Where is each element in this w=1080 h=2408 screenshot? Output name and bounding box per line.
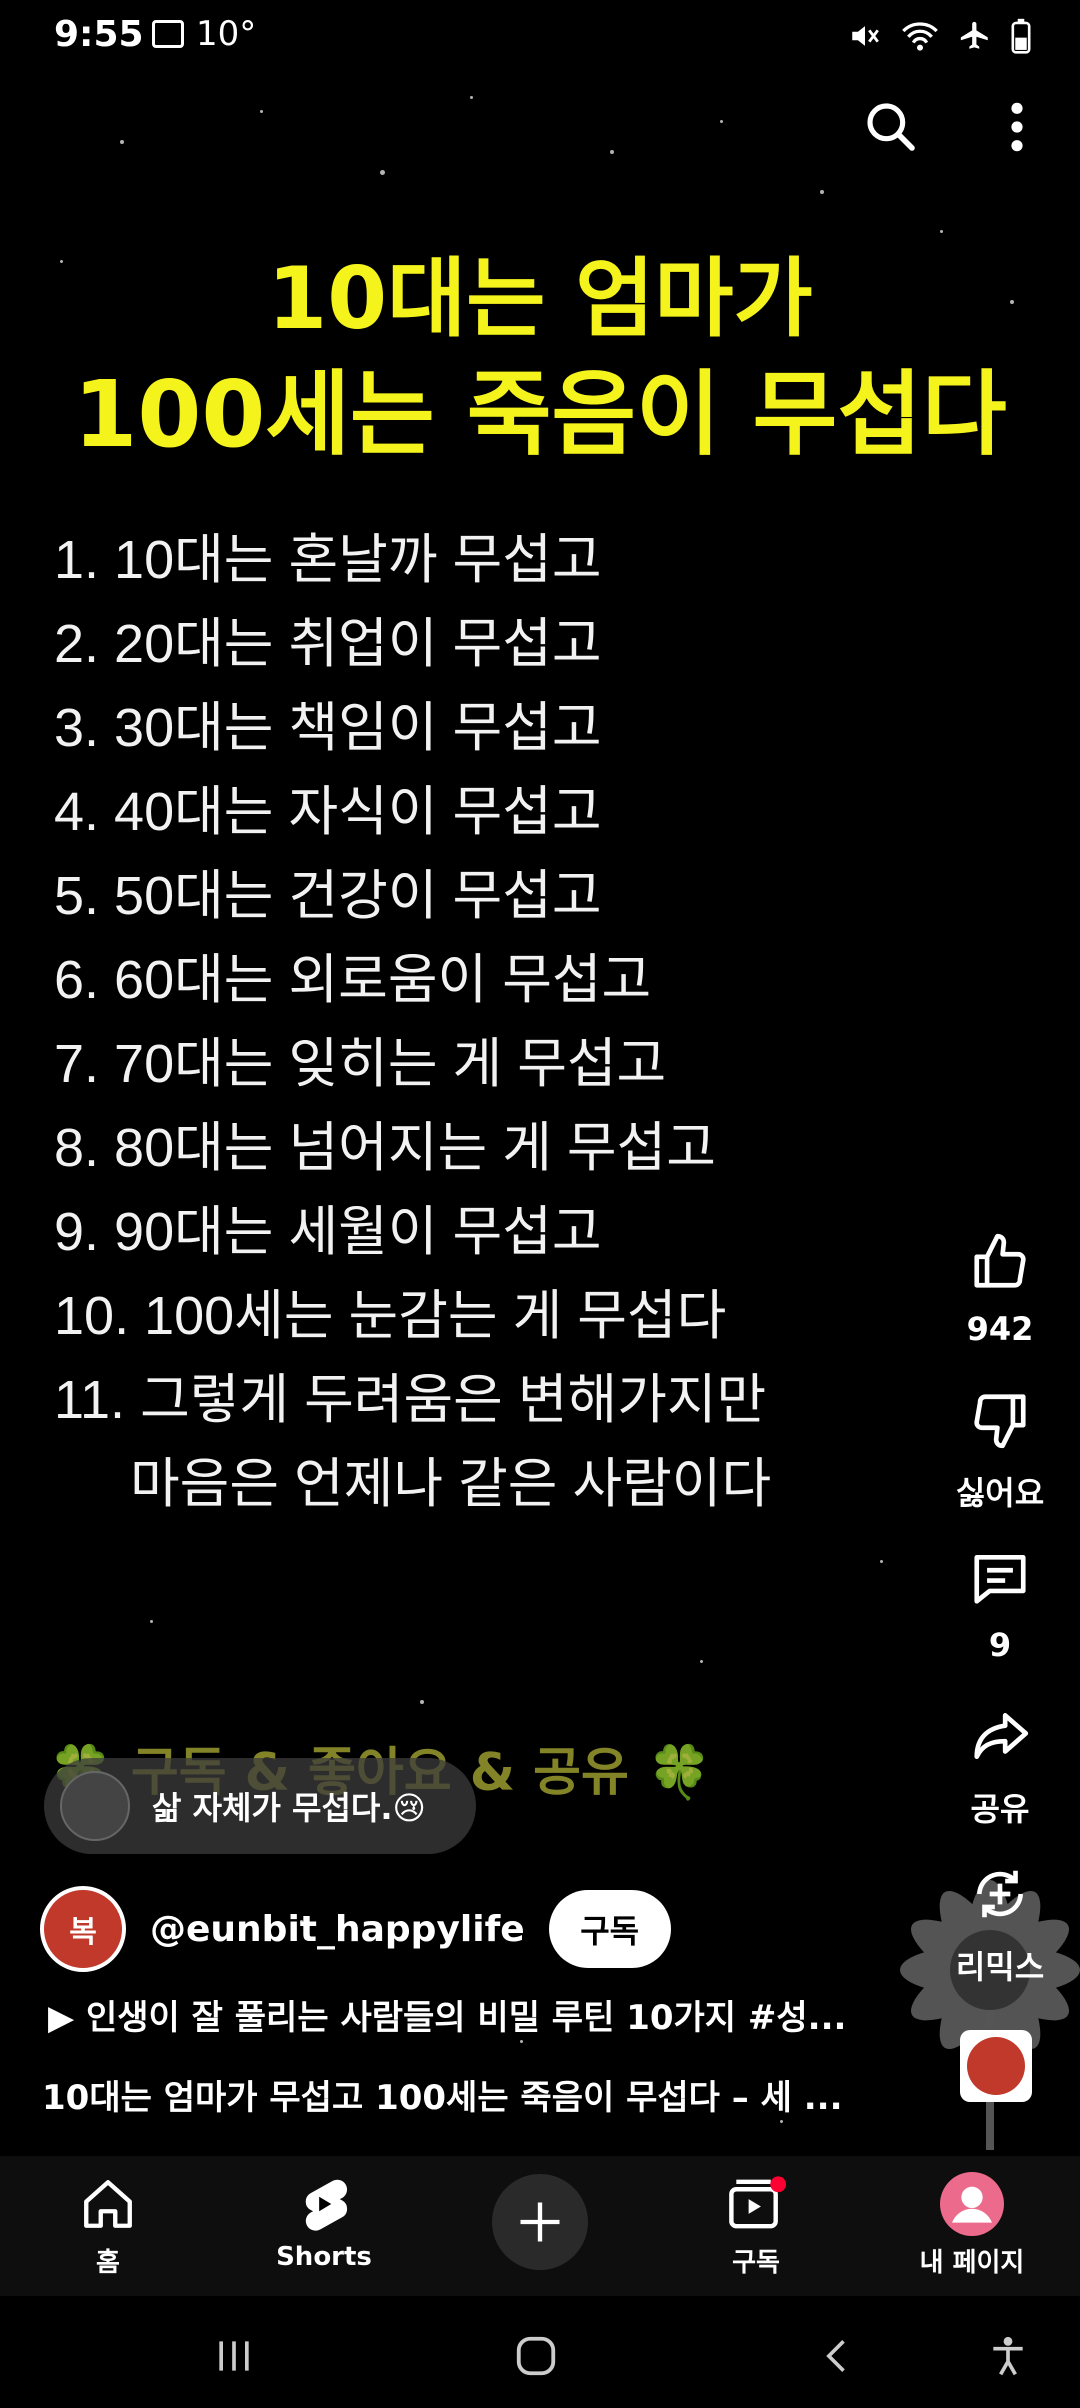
mute-icon [848,19,882,57]
channel-row: 복 @eunbit_happylife 구독 [40,1884,671,1974]
list-item: 3. 30대는 책임이 무섭고 [54,698,602,758]
list-item: 8. 80대는 넘어지는 게 무섭고 [54,1118,716,1178]
status-time: 9:55 [54,14,144,55]
comments-button[interactable]: 9 [920,1538,1080,1664]
related-video-link[interactable]: ▶ 인생이 잘 풀리는 사람들의 비밀 루틴 10가지 #성... [48,1990,846,2039]
comment-count: 9 [988,1626,1012,1664]
battery-icon [1010,18,1032,58]
create-button[interactable] [492,2174,588,2270]
subscriptions-icon [676,2172,836,2236]
nav-subscriptions[interactable]: 구독 [676,2172,836,2279]
thumbs-down-icon [960,1380,1040,1460]
share-label: 공유 [970,1790,1030,1828]
nav-subscriptions-label: 구독 [732,2248,780,2278]
nav-home-label: 홈 [96,2248,120,2278]
more-vert-icon[interactable] [982,92,1052,162]
avatar [60,1771,130,1841]
channel-handle[interactable]: @eunbit_happylife [150,1909,525,1950]
top-comment-chip[interactable]: 삶 자체가 무섭다.😢 [44,1758,476,1854]
status-bar: 9:55 10° [0,0,1080,72]
share-button[interactable]: 공유 [920,1696,1080,1830]
profile-avatar-icon [892,2172,1052,2236]
list-item: 5. 50대는 건강이 무섭고 [54,866,602,926]
nav-my-page-label: 내 페이지 [919,2248,1025,2278]
remix-icon [960,1854,1040,1934]
share-icon [960,1696,1040,1776]
list-item: 10. 100세는 눈감는 게 무섭다 [54,1286,727,1346]
plus-icon [520,2202,560,2242]
list-item: 7. 70대는 잊히는 게 무섭고 [54,1034,667,1094]
remix-label: 리믹스 [955,1948,1045,1986]
system-nav-bar [0,2296,1080,2408]
list-item: 마음은 언제나 같은 사람이다 [130,1454,772,1514]
bottom-nav: 홈 Shorts 구독 내 페이지 [0,2156,1080,2296]
channel-avatar[interactable]: 복 [40,1886,126,1972]
list-item: 11. 그렇게 두려움은 변해가지만 [54,1370,767,1430]
list-item: 6. 60대는 외로움이 무섭고 [54,950,652,1010]
recent-apps-icon[interactable] [204,2326,264,2386]
thumbs-up-icon [960,1222,1040,1302]
nav-shorts-label: Shorts [276,2242,372,2272]
video-title-line-1: 10대는 엄마가 [267,249,813,349]
list-item: 4. 40대는 자식이 무섭고 [54,782,602,842]
wifi-icon [900,19,940,57]
nav-my-page[interactable]: 내 페이지 [892,2172,1052,2279]
like-count: 942 [966,1310,1034,1348]
sound-thumbnail[interactable] [960,2030,1032,2102]
list-item: 2. 20대는 취업이 무섭고 [54,614,602,674]
like-button[interactable]: 942 [920,1222,1080,1348]
video-title-line-2: 100세는 죽음이 무섭다 [73,361,1007,468]
list-item: 9. 90대는 세월이 무섭고 [54,1202,602,1262]
search-icon[interactable] [856,92,926,162]
airplane-icon [958,19,992,57]
dislike-button[interactable]: 싫어요 [920,1380,1080,1514]
dislike-label: 싫어요 [955,1474,1045,1512]
video-text-list: 1. 10대는 혼날까 무섭고 2. 20대는 취업이 무섭고 3. 30대는 … [54,518,954,1526]
home-icon [28,2172,188,2236]
channel-avatar-text: 복 [69,1915,97,1950]
status-temperature: 10° [196,14,257,54]
remix-button[interactable]: 리믹스 [920,1854,1080,1988]
accessibility-icon[interactable] [978,2326,1038,2386]
nav-shorts[interactable]: Shorts [244,2172,404,2272]
video-description[interactable]: 10대는 엄마가 무섭고 100세는 죽음이 무섭다 – 세 ... [42,2070,843,2119]
subscribe-button[interactable]: 구독 [548,1890,671,1968]
nav-home[interactable]: 홈 [28,2172,188,2279]
gallery-icon [152,20,184,48]
shorts-icon [244,2172,404,2236]
channel-logo-mini [967,2037,1025,2095]
back-icon[interactable] [808,2326,868,2386]
comment-icon [960,1538,1040,1618]
home-button-icon[interactable] [506,2326,566,2386]
list-item: 1. 10대는 혼날까 무섭고 [54,530,602,590]
top-comment-text: 삶 자체가 무섭다.😢 [152,1789,426,1827]
